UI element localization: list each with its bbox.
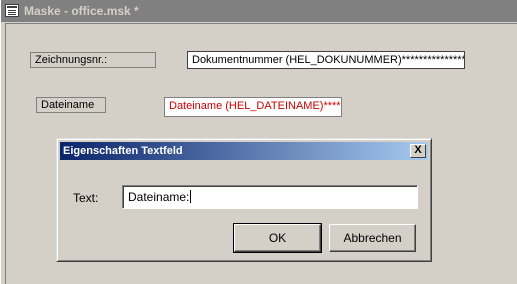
cancel-button[interactable]: Abbrechen [329, 224, 416, 252]
text-label: Text: [73, 191, 99, 205]
field-dokumentnummer[interactable]: Dokumentnummer (HEL_DOKUNUMMER)*********… [187, 51, 465, 69]
window-menu-icon[interactable] [5, 4, 19, 17]
label-dateiname[interactable]: Dateiname [36, 97, 106, 113]
close-icon[interactable]: X [410, 144, 426, 158]
ok-button[interactable]: OK [233, 223, 322, 253]
text-cursor [190, 190, 192, 203]
textfield-properties-dialog: Eigenschaften Textfeld X Text: Dateiname… [56, 138, 432, 262]
window-title: Maske - office.msk * [24, 4, 139, 18]
field-dateiname[interactable]: Dateiname (HEL_DATEINAME)******* [164, 97, 342, 117]
dialog-titlebar[interactable]: Eigenschaften Textfeld X [60, 142, 428, 160]
window-titlebar[interactable]: Maske - office.msk * [1, 0, 517, 22]
text-input[interactable]: Dateiname: [122, 185, 418, 209]
text-input-value: Dateiname: [128, 190, 190, 204]
label-zeichnungsnr[interactable]: Zeichnungsnr.: [30, 52, 156, 68]
dialog-title: Eigenschaften Textfeld [63, 145, 183, 157]
